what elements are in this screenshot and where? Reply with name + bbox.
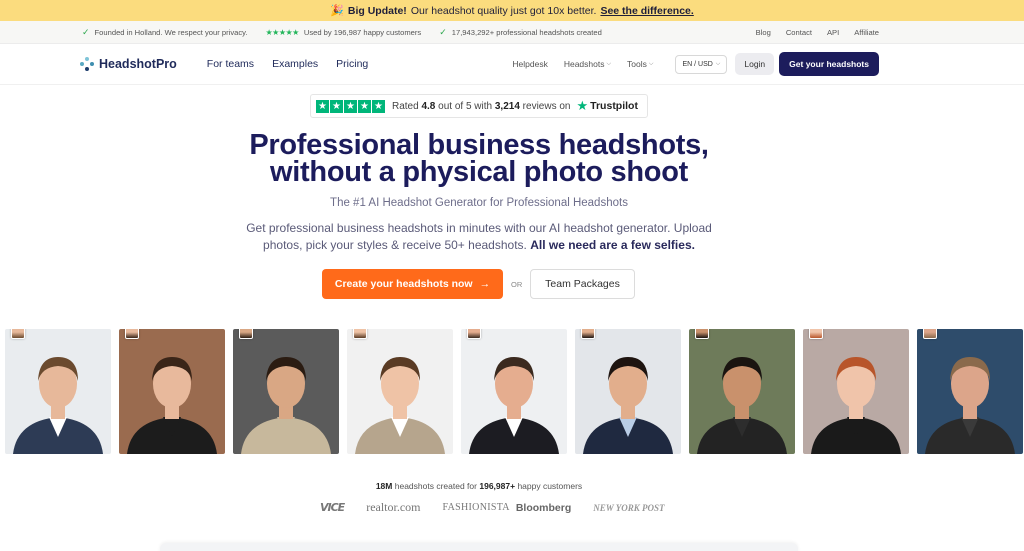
announcement-link[interactable]: See the difference.: [600, 5, 693, 17]
link-api[interactable]: API: [827, 28, 839, 37]
trustpilot-badge[interactable]: ★ ★ ★ ★ ★ Rated 4.8 out of 5 with 3,214 revi…: [310, 94, 648, 118]
logo-mark-icon: [80, 57, 94, 71]
headshot-photo: [119, 329, 225, 454]
press-logos: VICE realtor.com FASHIONISTA Bloomberg N…: [320, 500, 664, 515]
selfie-thumbnail: [239, 329, 253, 339]
check-icon: ✓: [439, 26, 447, 37]
logo[interactable]: HeadshotPro: [80, 57, 177, 71]
hero-description: Get professional business headshots in m…: [0, 220, 958, 254]
trustpilot-stars-icon: ★ ★ ★ ★ ★: [316, 99, 385, 113]
nav-helpdesk[interactable]: Helpdesk: [512, 59, 547, 69]
headshot-photo: [689, 329, 795, 454]
nav-helpdesk-label: Helpdesk: [512, 59, 548, 69]
arrow-right-icon: →: [479, 278, 491, 290]
press-logo-fashionista: FASHIONISTA: [442, 502, 510, 513]
nav-headshots-label: Headshots: [563, 59, 605, 69]
title-line-1: Professional business headshots,: [249, 129, 709, 161]
logo-text: HeadshotPro: [99, 57, 177, 71]
selfie-thumbnail: [353, 329, 367, 339]
count-prefix: 18M: [375, 481, 393, 491]
stars-icon: ★★★★★: [265, 27, 299, 37]
headshot-photo: [347, 329, 453, 454]
nav-links: For teams Examples Pricing: [207, 58, 368, 70]
tp-rated-prefix: Rated: [392, 100, 419, 112]
press-logo-bloomberg: Bloomberg: [515, 501, 572, 514]
selfie-thumbnail: [125, 329, 139, 339]
count-mid: headshots created for: [394, 481, 477, 491]
announcement-bold: Big Update!: [347, 4, 407, 17]
main-nav: HeadshotPro For teams Examples Pricing H…: [0, 44, 1024, 85]
nav-examples[interactable]: Examples: [272, 58, 318, 70]
hero-subtitle: The #1 AI Headshot Generator for Profess…: [330, 197, 628, 209]
press-logo-realtor: realtor.com: [366, 500, 421, 514]
link-blog[interactable]: Blog: [756, 28, 771, 37]
count-customers: 196,987+: [479, 481, 516, 491]
nav-for-teams[interactable]: For teams: [207, 58, 254, 70]
trust-item-privacy: ✓ Founded in Holland. We respect your pr…: [82, 27, 247, 38]
page-title: Professional business headshots, without…: [0, 129, 958, 188]
headshot-photo: [5, 329, 111, 454]
headshot-photo: [917, 329, 1023, 454]
press-logo-nypost: NEW YORK POST: [593, 502, 665, 513]
chevron-down-icon: ⌵: [715, 60, 721, 67]
customer-count: 18M headshots created for 196,987+ happy…: [0, 481, 958, 491]
selfie-thumbnail: [467, 329, 481, 339]
nav-right: Helpdesk Headshots ⌵ Tools ⌵ EN / USD ⌵ Log…: [512, 52, 1024, 76]
chevron-down-icon: ⌵: [648, 60, 654, 67]
trust-item-label: Used by 196,987 happy customers: [303, 27, 422, 37]
tp-reviews: 3,214: [494, 100, 520, 112]
nav-tools-label: Tools: [627, 59, 647, 69]
party-popper-icon: 🎉: [330, 5, 344, 17]
get-headshots-button[interactable]: Get your headshots: [779, 52, 879, 76]
trust-item-headshots: ✓ 17,943,292+ professional headshots cre…: [439, 27, 602, 38]
trust-item-label: Founded in Holland. We respect your priv…: [94, 27, 248, 37]
tp-reviews-suffix: reviews on: [522, 100, 571, 112]
description-text: photos, pick your styles & receive 50+ h…: [263, 238, 527, 252]
selfie-thumbnail: [809, 329, 823, 339]
chevron-down-icon: ⌵: [606, 60, 612, 67]
tp-rating: 4.8: [421, 100, 436, 112]
headshot-gallery: [5, 329, 1023, 454]
link-affiliate[interactable]: Affiliate: [854, 28, 879, 37]
description-line-1: Get professional business headshots in m…: [246, 221, 712, 235]
announcement-bar: 🎉 Big Update! Our headshot quality just …: [0, 0, 1024, 21]
top-links: Blog Contact API Affiliate: [756, 28, 1024, 37]
title-line-2: without a physical photo shoot: [270, 156, 688, 188]
trust-strip: ✓ Founded in Holland. We respect your pr…: [0, 21, 1024, 44]
language-currency-select[interactable]: EN / USD ⌵: [675, 54, 728, 74]
or-divider: OR: [511, 280, 523, 289]
headshot-photo: [575, 329, 681, 454]
nav-tools-dropdown[interactable]: Tools ⌵: [627, 59, 653, 69]
count-suffix: happy customers: [517, 481, 583, 491]
login-button[interactable]: Login: [735, 53, 775, 75]
cta-label: Create your headshots now: [334, 278, 473, 290]
headshot-photo: [803, 329, 909, 454]
link-contact[interactable]: Contact: [786, 28, 812, 37]
headshot-photo: [461, 329, 567, 454]
press-logo-vice: VICE: [320, 501, 345, 514]
trust-item-customers: ★★★★★ Used by 196,987 happy customers: [265, 28, 421, 37]
team-packages-button[interactable]: Team Packages: [530, 269, 635, 299]
trust-item-label: 17,943,292+ professional headshots creat…: [451, 27, 602, 37]
check-icon: ✓: [82, 26, 90, 37]
content-card-edge: [160, 543, 798, 551]
tp-brand: Trustpilot: [590, 100, 638, 112]
description-line-2: photos, pick your styles & receive 50+ h…: [0, 237, 958, 254]
headshot-photo: [233, 329, 339, 454]
description-bold: All we need are a few selfies.: [530, 238, 695, 252]
nav-headshots-dropdown[interactable]: Headshots ⌵: [564, 59, 611, 69]
tp-out-of: out of 5 with: [438, 100, 493, 112]
nav-pricing[interactable]: Pricing: [336, 58, 368, 70]
selfie-thumbnail: [923, 329, 937, 339]
language-label: EN / USD: [682, 60, 713, 68]
announcement-text: Our headshot quality just got 10x better…: [410, 4, 597, 17]
create-headshots-button[interactable]: Create your headshots now →: [322, 269, 503, 299]
selfie-thumbnail: [581, 329, 595, 339]
selfie-thumbnail: [11, 329, 25, 339]
selfie-thumbnail: [695, 329, 709, 339]
trustpilot-star-icon: ★: [576, 98, 589, 113]
trustpilot-logo: ★ Trustpilot: [576, 98, 638, 114]
